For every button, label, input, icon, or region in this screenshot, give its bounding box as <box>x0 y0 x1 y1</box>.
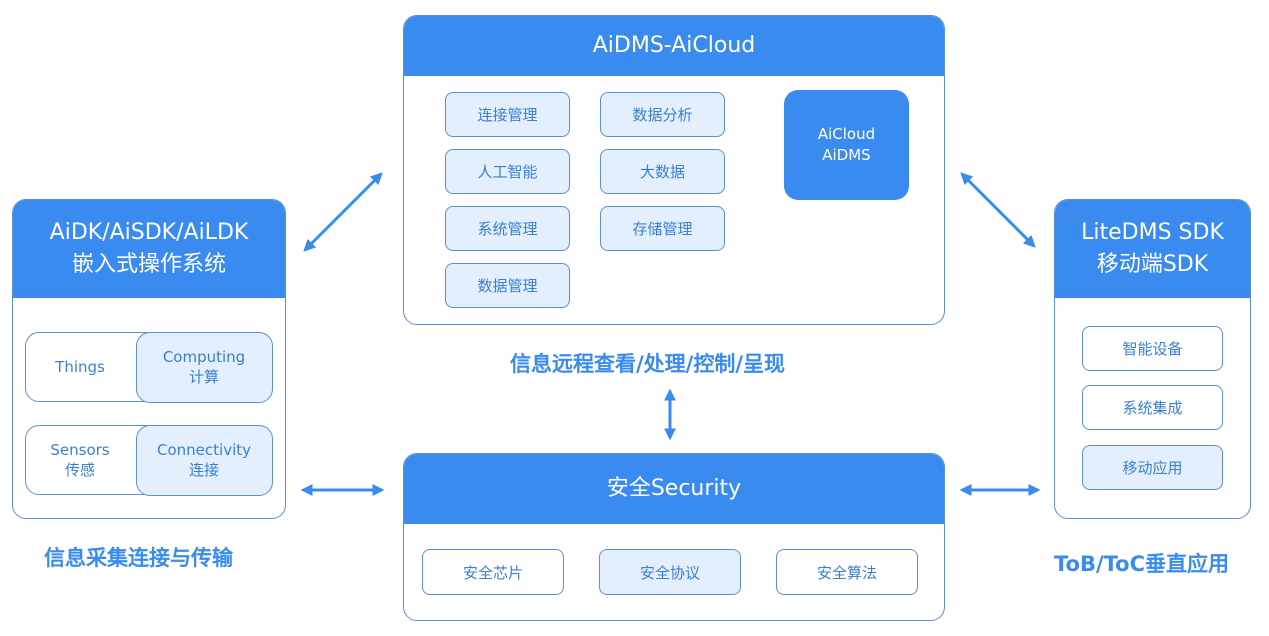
arrow-embedded-cloud <box>303 172 383 252</box>
arrow-cloud-mobile <box>960 172 1036 248</box>
connector-arrows <box>300 172 1041 496</box>
